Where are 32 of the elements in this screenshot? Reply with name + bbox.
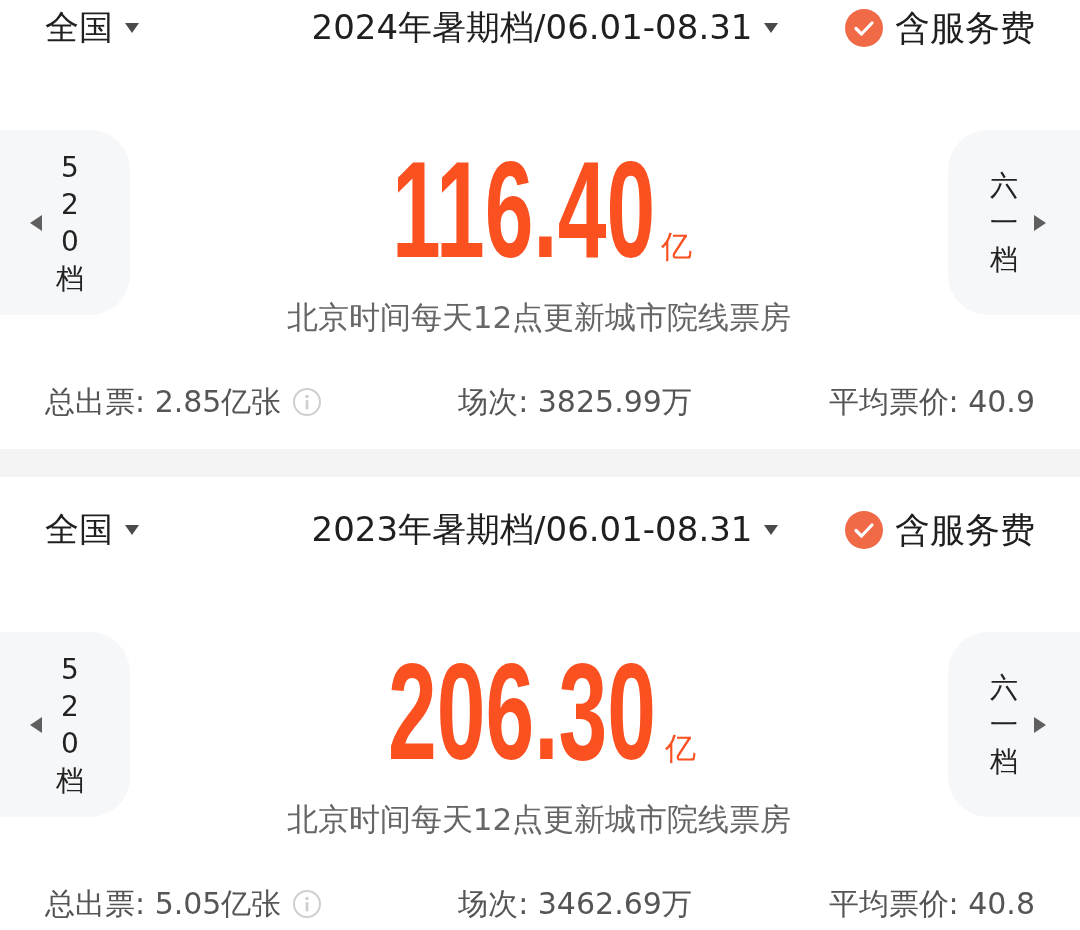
service-fee-checkbox[interactable]: 含服务费 bbox=[845, 506, 1035, 554]
caret-down-icon bbox=[125, 525, 139, 535]
stat-text: 总出票: 2.85亿张 bbox=[45, 382, 282, 421]
caret-left-icon bbox=[30, 214, 42, 231]
stat-text: 平均票价: 40.8 bbox=[828, 884, 1035, 923]
box-office-total: 206.30 bbox=[387, 642, 656, 780]
previous-period-button[interactable]: 520档 bbox=[0, 632, 130, 817]
previous-period-button[interactable]: 520档 bbox=[0, 130, 130, 315]
period-dropdown[interactable]: 2024年暑期档/06.01-08.31 bbox=[311, 5, 779, 51]
info-icon[interactable] bbox=[293, 890, 322, 918]
stat-text: 场次: 3462.69万 bbox=[458, 884, 692, 923]
service-fee-checkbox[interactable]: 含服务费 bbox=[845, 4, 1035, 52]
caret-down-icon bbox=[764, 525, 779, 535]
unit-label: 亿 bbox=[665, 733, 697, 764]
caret-down-icon bbox=[125, 23, 139, 33]
region-dropdown[interactable]: 全国 bbox=[45, 507, 139, 553]
next-period-button[interactable]: 六一档 bbox=[948, 130, 1080, 315]
period-dropdown[interactable]: 2023年暑期档/06.01-08.31 bbox=[311, 507, 779, 553]
region-dropdown[interactable]: 全国 bbox=[45, 5, 139, 51]
unit-label: 亿 bbox=[661, 231, 693, 262]
stat-text: 总出票: 5.05亿张 bbox=[45, 884, 282, 923]
update-note: 北京时间每天12点更新城市院线票房 bbox=[286, 298, 792, 337]
info-icon[interactable] bbox=[293, 388, 322, 416]
box-office-total: 116.40 bbox=[391, 140, 655, 278]
caret-right-icon bbox=[1034, 716, 1046, 733]
update-note: 北京时间每天12点更新城市院线票房 bbox=[286, 800, 792, 839]
caret-down-icon bbox=[764, 23, 779, 33]
caret-left-icon bbox=[30, 716, 42, 733]
next-period-button[interactable]: 六一档 bbox=[948, 632, 1080, 817]
caret-right-icon bbox=[1034, 214, 1046, 231]
stat-text: 场次: 3825.99万 bbox=[458, 382, 692, 421]
stat-text: 平均票价: 40.9 bbox=[828, 382, 1035, 421]
